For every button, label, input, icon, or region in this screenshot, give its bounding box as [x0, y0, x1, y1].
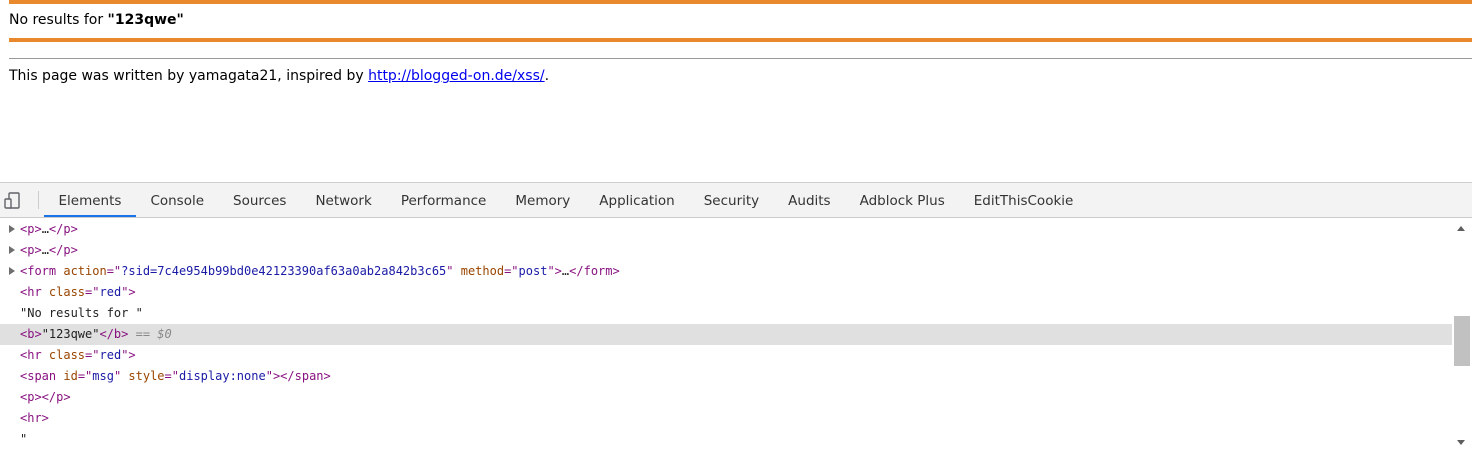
web-page: No results for "123qwe" This page was wr…	[0, 0, 1472, 182]
expand-arrow-icon[interactable]	[9, 225, 15, 233]
tab-editthiscookie[interactable]: EditThisCookie	[959, 183, 1088, 217]
result-prefix: No results for	[9, 12, 108, 28]
scroll-up-arrow-icon[interactable]	[1457, 226, 1465, 231]
tab-memory[interactable]: Memory	[501, 183, 585, 217]
tab-performance[interactable]: Performance	[386, 183, 501, 217]
dom-node-p-empty[interactable]: <p></p>	[0, 387, 1452, 408]
dom-node-span-msg[interactable]: <span id="msg" style="display:none"></sp…	[0, 366, 1452, 387]
credit-suffix: .	[544, 68, 550, 84]
tab-elements[interactable]: Elements	[44, 183, 136, 217]
devtools-toolbar: Elements Console Sources Network Perform…	[0, 183, 1472, 218]
dom-node-text[interactable]: "No results for "	[0, 303, 1452, 324]
tab-sources[interactable]: Sources	[219, 183, 301, 217]
tab-application[interactable]: Application	[585, 183, 689, 217]
dom-tree: <p>…</p> <p>…</p> <form action="?sid=7c4…	[0, 218, 1452, 453]
tab-audits[interactable]: Audits	[774, 183, 845, 217]
dom-node-form[interactable]: <form action="?sid=7c4e954b99bd0e4212339…	[0, 261, 1452, 282]
result-query: "123qwe"	[107, 12, 184, 28]
gray-divider	[9, 58, 1472, 59]
red-divider-bottom	[9, 38, 1472, 42]
dom-node-hr[interactable]: <hr>	[0, 408, 1452, 429]
toolbar-separator	[38, 191, 39, 209]
dom-node-p-1[interactable]: <p>…</p>	[0, 219, 1452, 240]
dom-node-hr-red-1[interactable]: <hr class="red">	[0, 282, 1452, 303]
tab-adblock-plus[interactable]: Adblock Plus	[845, 183, 959, 217]
expand-arrow-icon[interactable]	[9, 246, 15, 254]
devtools-tabs: Elements Console Sources Network Perform…	[44, 183, 1088, 217]
dom-node-quote-text[interactable]: "	[0, 429, 1452, 450]
expand-arrow-icon[interactable]	[9, 267, 15, 275]
credit-link[interactable]: http://blogged-on.de/xss/	[368, 68, 545, 84]
dom-node-hr-red-2[interactable]: <hr class="red">	[0, 345, 1452, 366]
red-divider-top	[9, 0, 1472, 4]
scroll-down-arrow-icon[interactable]	[1457, 440, 1465, 445]
tab-network[interactable]: Network	[301, 183, 386, 217]
tab-console[interactable]: Console	[136, 183, 219, 217]
credit-line: This page was written by yamagata21, ins…	[9, 68, 549, 84]
devtools-panel: Elements Console Sources Network Perform…	[0, 182, 1472, 453]
dom-node-p-2[interactable]: <p>…</p>	[0, 240, 1452, 261]
scroll-thumb[interactable]	[1454, 316, 1470, 366]
credit-text: This page was written by yamagata21, ins…	[9, 68, 369, 84]
tab-security[interactable]: Security	[689, 183, 773, 217]
no-results-message: No results for "123qwe"	[9, 12, 184, 28]
dom-scrollbar[interactable]	[1452, 218, 1472, 453]
dom-node-b-selected[interactable]: <b>"123qwe"</b> == $0	[0, 324, 1452, 345]
device-toggle-icon[interactable]	[3, 191, 23, 211]
